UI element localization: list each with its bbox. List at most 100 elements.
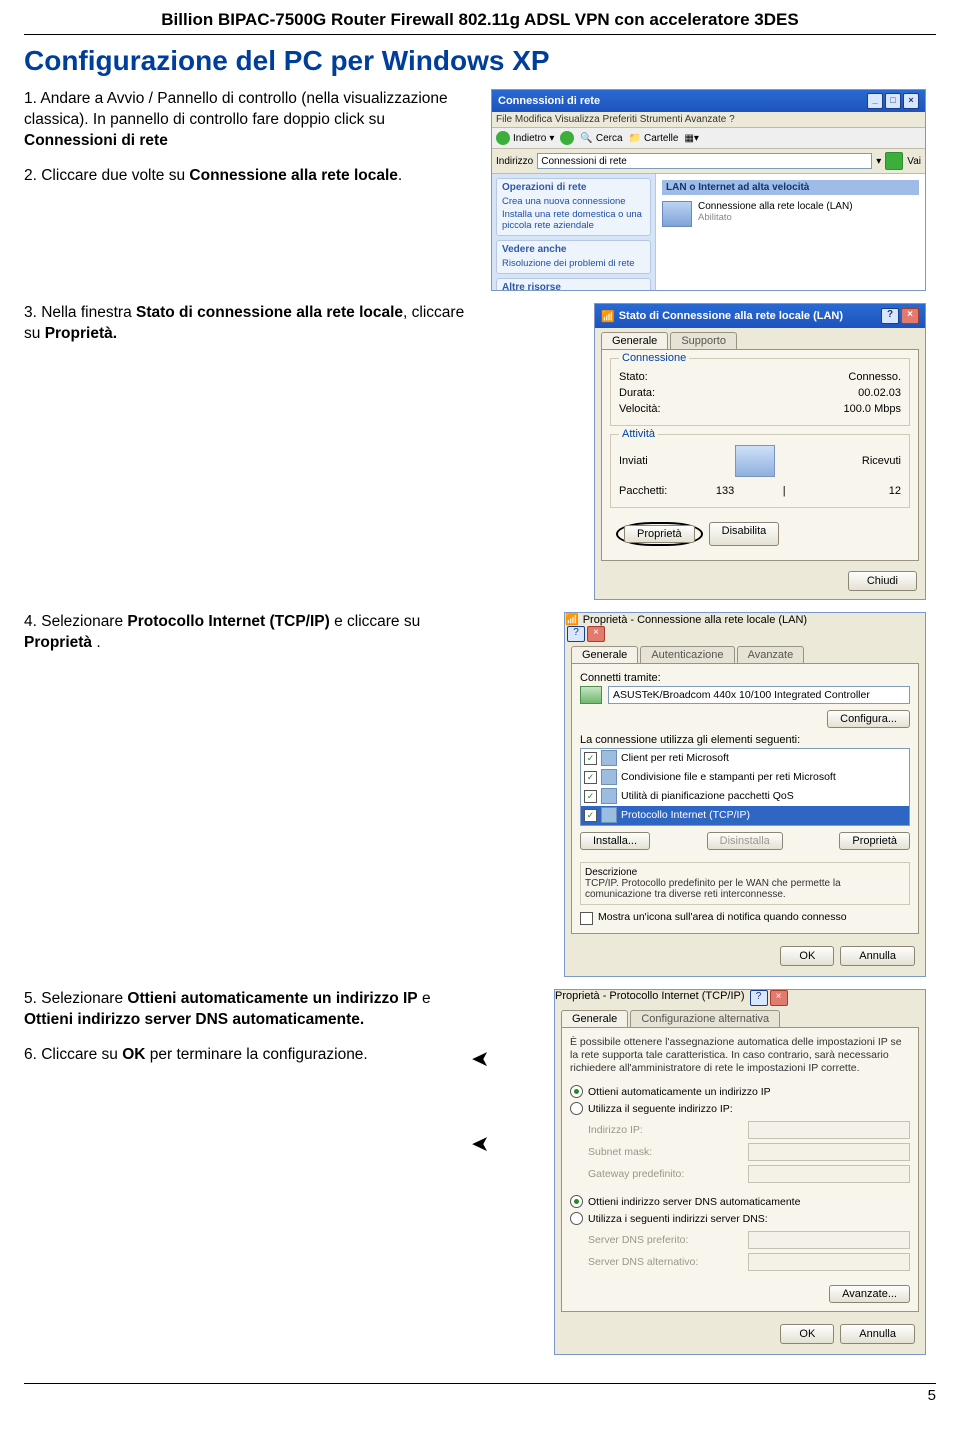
- sidebar-other-title: Altre risorse: [502, 282, 645, 291]
- info-text: È possibile ottenere l'assegnazione auto…: [570, 1036, 910, 1075]
- annulla-button[interactable]: Annulla: [840, 946, 915, 966]
- disabilita-button[interactable]: Disabilita: [709, 522, 780, 546]
- arrow-annotation-icon: ➤: [471, 1131, 489, 1157]
- ok-button[interactable]: OK: [780, 946, 834, 966]
- configura-button[interactable]: Configura...: [827, 710, 910, 728]
- sidebar-ops-title: Operazioni di rete: [502, 182, 645, 193]
- tab-config-alt[interactable]: Configurazione alternativa: [630, 1010, 780, 1027]
- radio-auto-dns[interactable]: [570, 1195, 583, 1208]
- lan-icon: [662, 201, 692, 227]
- tab-autenticazione[interactable]: Autenticazione: [640, 646, 734, 663]
- step-5: 5. Selezionare Ottieni automaticamente u…: [24, 989, 479, 1031]
- radio-manual-ip-label: Utilizza il seguente indirizzo IP:: [588, 1103, 733, 1115]
- radio-auto-ip[interactable]: [570, 1085, 583, 1098]
- group-connessione: Connessione: [619, 352, 689, 364]
- go-button[interactable]: [885, 152, 903, 170]
- step-1: 1. Andare a Avvio / Pannello di controll…: [24, 89, 479, 152]
- arrow-annotation-icon: ➤: [471, 1046, 489, 1072]
- window-buttons: _□×: [865, 93, 919, 109]
- tab-avanzate[interactable]: Avanzate: [737, 646, 805, 663]
- close-icon[interactable]: ×: [587, 626, 605, 642]
- address-input[interactable]: [537, 153, 872, 169]
- tab-generale[interactable]: Generale: [571, 646, 638, 663]
- close-icon[interactable]: ×: [770, 990, 788, 1006]
- help-icon[interactable]: ?: [567, 626, 585, 642]
- group-attivita: Attività: [619, 428, 658, 440]
- menubar: File Modifica Visualizza Preferiti Strum…: [492, 112, 925, 128]
- sidebar-item[interactable]: Risoluzione dei problemi di rete: [502, 257, 645, 270]
- minimize-icon: _: [867, 93, 883, 109]
- chiudi-button[interactable]: Chiudi: [848, 571, 917, 591]
- value-velocita: 100.0 Mbps: [844, 403, 901, 415]
- step-6: 6. Cliccare su OK per terminare la confi…: [24, 1045, 479, 1066]
- step-4: 4. Selezionare Protocollo Internet (TCP/…: [24, 612, 479, 654]
- disinstalla-button: Disinstalla: [707, 832, 783, 850]
- list-item-tcpip[interactable]: Protocollo Internet (TCP/IP): [621, 809, 750, 821]
- tray-checkbox[interactable]: [580, 912, 593, 925]
- sidebar-see-title: Vedere anche: [502, 244, 645, 255]
- annulla-button[interactable]: Annulla: [840, 1324, 915, 1344]
- client-icon: [601, 750, 617, 766]
- screenshot-connection-status: 📶Stato di Connessione alla rete locale (…: [594, 303, 926, 600]
- label-stato: Stato:: [619, 371, 648, 383]
- close-icon: ×: [903, 93, 919, 109]
- ip-field: [748, 1121, 910, 1139]
- help-icon[interactable]: ?: [750, 990, 768, 1006]
- radio-manual-dns-label: Utilizza i seguenti indirizzi server DNS…: [588, 1213, 768, 1225]
- lan-connection-item[interactable]: Connessione alla rete locale (LAN) Abili…: [662, 201, 919, 227]
- ok-button[interactable]: OK: [780, 1324, 834, 1344]
- label-velocita: Velocità:: [619, 403, 661, 415]
- radio-auto-ip-label: Ottieni automaticamente un indirizzo IP: [588, 1086, 771, 1098]
- header-title: Billion BIPAC-7500G Router Firewall 802.…: [24, 8, 936, 34]
- label-ip: Indirizzo IP:: [588, 1124, 643, 1136]
- back-icon: [496, 131, 510, 145]
- value-sent: 133: [667, 485, 782, 497]
- tab-generale[interactable]: Generale: [601, 332, 668, 349]
- avanzate-button[interactable]: Avanzate...: [829, 1285, 910, 1303]
- label-inviati: Inviati: [619, 455, 648, 467]
- label-gateway: Gateway predefinito:: [588, 1168, 684, 1180]
- label-mask: Subnet mask:: [588, 1146, 652, 1158]
- list-item[interactable]: Utilità di pianificazione pacchetti QoS: [621, 790, 794, 802]
- tab-supporto[interactable]: Supporto: [670, 332, 737, 349]
- gateway-field: [748, 1165, 910, 1183]
- components-list[interactable]: ✓Client per reti Microsoft ✓Condivisione…: [580, 748, 910, 826]
- help-icon[interactable]: ?: [881, 308, 899, 324]
- desc-text: TCP/IP. Protocollo predefinito per le WA…: [585, 878, 905, 900]
- window-title: Proprietà - Protocollo Internet (TCP/IP): [555, 990, 745, 1002]
- list-item[interactable]: Client per reti Microsoft: [621, 752, 729, 764]
- dns2-field: [748, 1253, 910, 1271]
- section-title: Configurazione del PC per Windows XP: [24, 45, 936, 77]
- nic-card-icon: [580, 686, 602, 704]
- sidebar-item[interactable]: Installa una rete domestica o una piccol…: [502, 208, 645, 232]
- close-icon[interactable]: ×: [901, 308, 919, 324]
- proprieta-button[interactable]: Proprietà: [839, 832, 910, 850]
- value-recv: 12: [786, 485, 901, 497]
- window-titlebar: Connessioni di rete _□×: [492, 90, 925, 112]
- screenshot-tcpip-properties: Proprietà - Protocollo Internet (TCP/IP)…: [554, 989, 926, 1355]
- lan-status: Abilitato: [698, 212, 853, 223]
- value-durata: 00.02.03: [858, 387, 901, 399]
- sidebar: Operazioni di rete Crea una nuova connes…: [492, 174, 656, 291]
- proprieta-button[interactable]: Proprietà: [624, 525, 695, 543]
- step-3: 3. Nella finestra Stato di connessione a…: [24, 303, 479, 345]
- connect-label: Connetti tramite:: [580, 672, 910, 684]
- label-dns2: Server DNS alternativo:: [588, 1256, 698, 1268]
- desc-title: Descrizione: [585, 867, 905, 878]
- window-title: Proprietà - Connessione alla rete locale…: [583, 614, 807, 626]
- tab-generale[interactable]: Generale: [561, 1010, 628, 1027]
- step-2: 2. Cliccare due volte su Connessione all…: [24, 166, 479, 187]
- installa-button[interactable]: Installa...: [580, 832, 650, 850]
- radio-manual-ip[interactable]: [570, 1102, 583, 1115]
- group-header: LAN o Internet ad alta velocità: [662, 180, 919, 195]
- nic-icon: 📶: [565, 613, 579, 626]
- radio-manual-dns[interactable]: [570, 1212, 583, 1225]
- label-dns1: Server DNS preferito:: [588, 1234, 688, 1246]
- list-item[interactable]: Condivisione file e stampanti per reti M…: [621, 771, 836, 783]
- page-number: 5: [24, 1384, 936, 1404]
- share-icon: [601, 769, 617, 785]
- address-bar: Indirizzo ▾ Vai: [492, 149, 925, 174]
- forward-icon: [560, 131, 574, 145]
- qos-icon: [601, 788, 617, 804]
- sidebar-item[interactable]: Crea una nuova connessione: [502, 195, 645, 208]
